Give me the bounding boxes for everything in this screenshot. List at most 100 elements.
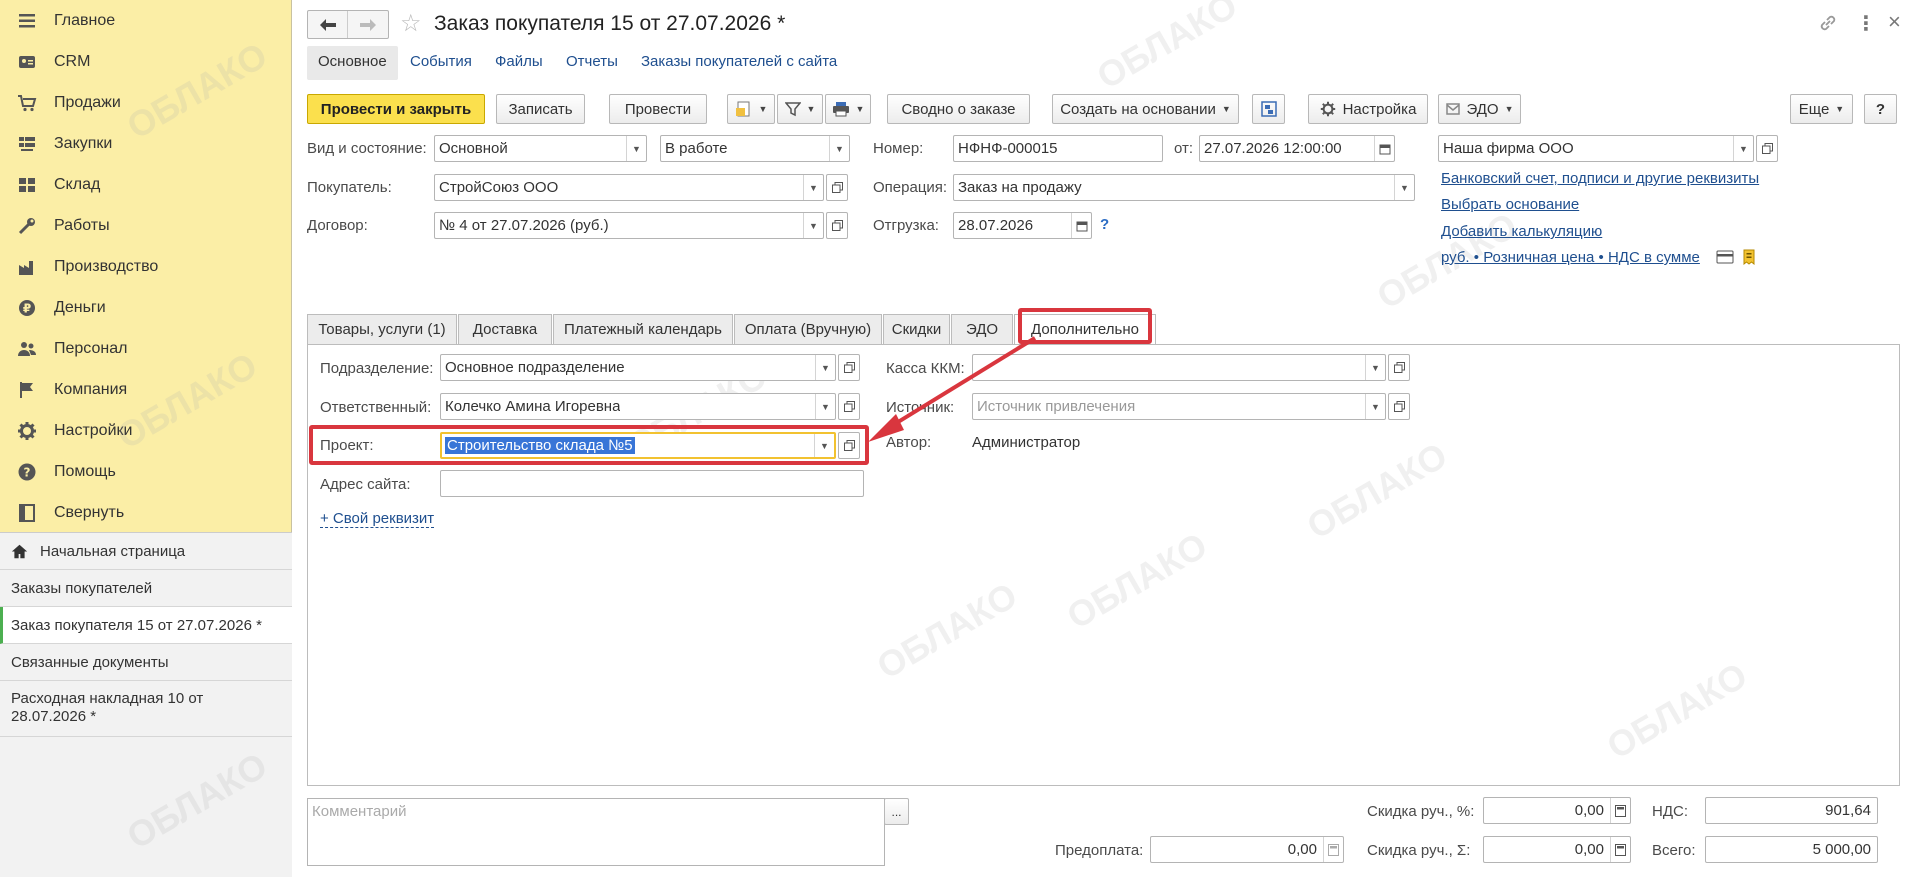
discount-percent-field[interactable]: 0,00 — [1483, 797, 1631, 824]
sidebar-item-staff[interactable]: Персонал — [0, 328, 292, 369]
site-field[interactable] — [440, 470, 864, 497]
tab-reports[interactable]: Отчеты — [566, 53, 618, 70]
operation-field[interactable]: Заказ на продажу ▼ — [953, 174, 1415, 201]
sidebar-item-label: Компания — [54, 380, 128, 398]
sidebar-item-warehouse[interactable]: Склад — [0, 164, 292, 205]
contract-value: № 4 от 27.07.2026 (руб.) — [439, 217, 609, 234]
calculator-icon[interactable] — [1610, 837, 1630, 862]
more-button[interactable]: Еще ▼ — [1790, 94, 1853, 124]
open-cash-register-button[interactable] — [1388, 354, 1410, 381]
arrow-right-icon — [360, 18, 376, 31]
chevron-down-icon[interactable]: ▼ — [803, 213, 823, 238]
flag-icon — [20, 381, 33, 398]
sidebar-item-money[interactable]: ₽ Деньги — [0, 287, 292, 328]
price-settings-link[interactable]: руб. • Розничная цена • НДС в сумме — [1441, 249, 1700, 266]
open-window-item[interactable]: Расходная накладная 10 от 28.07.2026 * — [0, 681, 292, 737]
discount-sum-field[interactable]: 0,00 — [1483, 836, 1631, 863]
sidebar-item-settings[interactable]: Настройки — [0, 410, 292, 451]
comment-expand-button[interactable]: ... — [884, 798, 909, 825]
calendar-icon[interactable] — [1071, 213, 1091, 238]
tab-delivery[interactable]: Доставка — [458, 314, 552, 345]
open-source-button[interactable] — [1388, 393, 1410, 420]
card-icon[interactable] — [1716, 250, 1734, 268]
sidebar-item-sales[interactable]: Продажи — [0, 82, 292, 123]
post-button[interactable]: Провести — [609, 94, 707, 124]
edo-button[interactable]: ЭДО ▼ — [1438, 94, 1521, 124]
back-button[interactable] — [308, 11, 348, 38]
tab-main[interactable]: Основное — [318, 53, 387, 70]
sidebar-item-label: Главное — [54, 11, 116, 29]
chevron-down-icon[interactable]: ▼ — [626, 136, 646, 161]
open-buyer-button[interactable] — [826, 174, 848, 201]
calculator-icon[interactable] — [1610, 798, 1630, 823]
chevron-down-icon[interactable]: ▼ — [803, 175, 823, 200]
structure-button[interactable] — [1252, 94, 1285, 124]
chevron-down-icon[interactable]: ▼ — [1365, 355, 1385, 380]
state-field[interactable]: В работе ▼ — [660, 135, 850, 162]
help-button[interactable]: ? — [1864, 94, 1897, 124]
responsible-field[interactable]: Колечко Амина Игоревна ▼ — [440, 393, 836, 420]
order-summary-button[interactable]: Сводно о заказе — [887, 94, 1030, 124]
sidebar-item-production[interactable]: Производство — [0, 246, 292, 287]
tab-goods[interactable]: Товары, услуги (1) — [307, 314, 457, 345]
save-button[interactable]: Записать — [496, 94, 585, 124]
add-calculation-link[interactable]: Добавить калькуляцию — [1441, 223, 1602, 240]
document-menu-button[interactable]: ▼ — [727, 94, 775, 124]
open-window-item[interactable]: Заказы покупателей — [0, 570, 292, 607]
contract-field[interactable]: № 4 от 27.07.2026 (руб.) ▼ — [434, 212, 824, 239]
sidebar-item-main[interactable]: Главное — [0, 0, 292, 41]
total-label: Всего: — [1652, 842, 1696, 859]
create-based-on-button[interactable]: Создать на основании ▼ — [1052, 94, 1239, 124]
number-field[interactable]: НФНФ-000015 — [953, 135, 1163, 162]
sidebar-item-label: Свернуть — [54, 503, 125, 521]
shipment-field[interactable]: 28.07.2026 — [953, 212, 1092, 239]
tab-files[interactable]: Файлы — [495, 53, 543, 70]
print-menu-button[interactable]: ▼ — [825, 94, 871, 124]
close-icon[interactable]: × — [1888, 9, 1901, 35]
division-field[interactable]: Основное подразделение ▼ — [440, 354, 836, 381]
date-field[interactable]: 27.07.2026 12:00:00 — [1199, 135, 1395, 162]
sidebar-item-crm[interactable]: CRM — [0, 41, 292, 82]
link-icon[interactable] — [1818, 13, 1838, 37]
filter-menu-button[interactable]: ▼ — [777, 94, 823, 124]
calendar-icon[interactable] — [1374, 136, 1394, 161]
shipment-label: Отгрузка: — [873, 217, 939, 234]
open-contract-button[interactable] — [826, 212, 848, 239]
chevron-down-icon[interactable]: ▼ — [1733, 136, 1753, 161]
open-window-item-active[interactable]: Заказ покупателя 15 от 27.07.2026 * — [0, 607, 292, 644]
open-company-button[interactable] — [1756, 135, 1778, 162]
comment-field[interactable]: Комментарий — [307, 798, 885, 866]
responsible-value: Колечко Амина Игоревна — [445, 398, 621, 415]
sidebar-item-company[interactable]: Компания — [0, 369, 292, 410]
more-menu-icon[interactable]: ⋮ — [1856, 11, 1876, 36]
page-title: Заказ покупателя 15 от 27.07.2026 * — [434, 12, 786, 35]
chevron-down-icon[interactable]: ▼ — [815, 394, 835, 419]
home-page-item[interactable]: Начальная страница — [0, 533, 292, 570]
bank-details-link[interactable]: Банковский счет, подписи и другие реквиз… — [1441, 170, 1759, 187]
sidebar-item-collapse[interactable]: Свернуть — [0, 492, 292, 533]
chevron-down-icon[interactable]: ▼ — [1394, 175, 1414, 200]
favorite-star-icon[interactable]: ☆ — [400, 9, 422, 38]
chevron-down-icon[interactable]: ▼ — [1365, 394, 1385, 419]
chevron-down-icon[interactable]: ▼ — [829, 136, 849, 161]
custom-attribute-link[interactable]: + Свой реквизит — [320, 510, 435, 528]
open-division-button[interactable] — [838, 354, 860, 381]
receipt-icon[interactable] — [1742, 249, 1756, 269]
shipment-help-icon[interactable]: ? — [1100, 216, 1109, 233]
post-and-close-button[interactable]: Провести и закрыть — [307, 94, 485, 124]
forward-button[interactable] — [348, 11, 388, 38]
open-responsible-button[interactable] — [838, 393, 860, 420]
tab-payment-calendar[interactable]: Платежный календарь — [553, 314, 733, 345]
sidebar-item-works[interactable]: Работы — [0, 205, 292, 246]
kind-field[interactable]: Основной ▼ — [434, 135, 647, 162]
chevron-down-icon[interactable]: ▼ — [815, 355, 835, 380]
company-field[interactable]: Наша фирма ООО ▼ — [1438, 135, 1754, 162]
sidebar-item-help[interactable]: ? Помощь — [0, 451, 292, 492]
open-window-item[interactable]: Связанные документы — [0, 644, 292, 681]
sidebar-item-purchases[interactable]: Закупки — [0, 123, 292, 164]
settings-button[interactable]: Настройка — [1308, 94, 1428, 124]
select-basis-link[interactable]: Выбрать основание — [1441, 196, 1579, 213]
tab-events[interactable]: События — [410, 53, 472, 70]
buyer-field[interactable]: СтройСоюз ООО ▼ — [434, 174, 824, 201]
tab-site-orders[interactable]: Заказы покупателей с сайта — [641, 53, 837, 70]
